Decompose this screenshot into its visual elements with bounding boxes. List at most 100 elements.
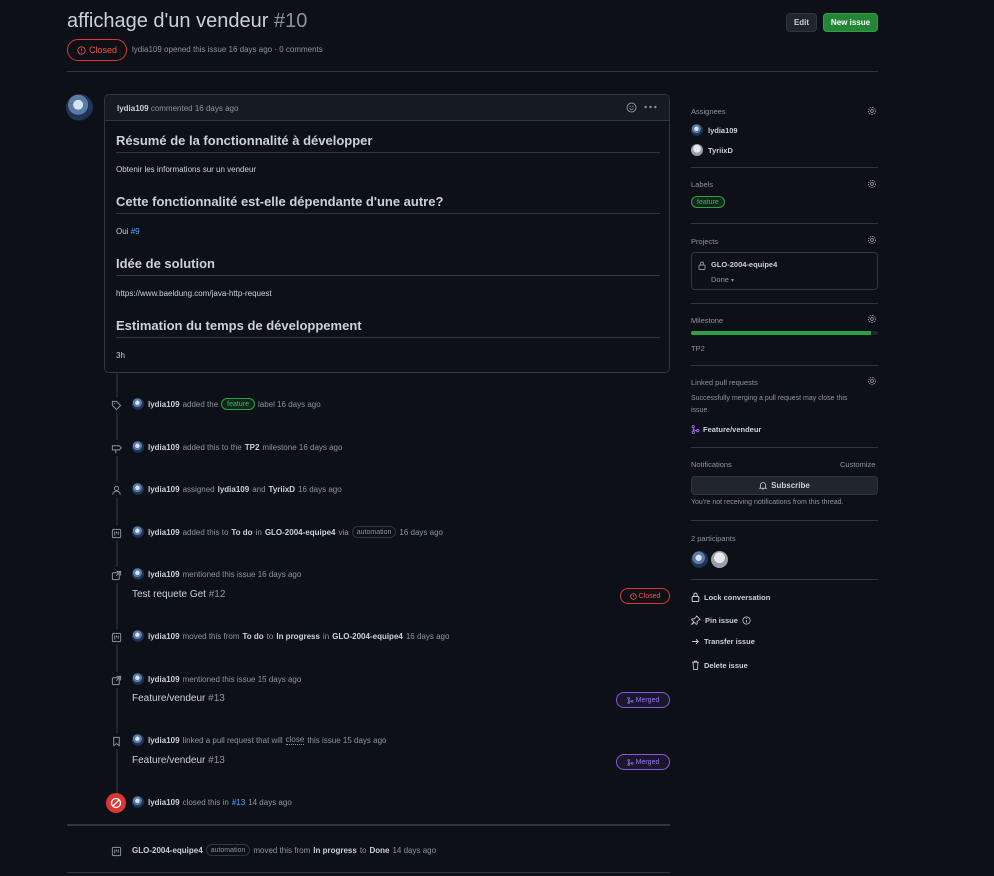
gear-icon[interactable] xyxy=(867,179,877,189)
linked-prs-heading[interactable]: Linked pull requests xyxy=(691,378,758,387)
reference-title-text[interactable]: Feature/vendeur xyxy=(132,755,205,766)
event-text: milestone 16 days ago xyxy=(262,442,343,452)
close-keyword[interactable]: close xyxy=(285,735,305,745)
project-link[interactable]: GLO-2004-equipe4 xyxy=(265,528,336,537)
labels-heading[interactable]: Labels xyxy=(691,180,713,189)
issue-number: #10 xyxy=(273,10,308,32)
linked-pr-item[interactable]: Feature/vendeur xyxy=(691,425,761,434)
section-body-summary: Obtenir les informations sur un vendeur xyxy=(116,165,257,174)
event-user[interactable]: lydia109 xyxy=(148,485,180,494)
reference-title-text[interactable]: Test requete Get xyxy=(132,589,206,600)
project-card[interactable]: GLO-2004-equipe4 Done ▾ xyxy=(691,252,878,290)
kebab-menu-icon[interactable] xyxy=(644,103,657,111)
timeline-divider xyxy=(67,872,670,873)
avatar[interactable] xyxy=(132,526,144,538)
project-link[interactable]: GLO-2004-equipe4 xyxy=(132,846,203,855)
emoji-reaction-icon[interactable] xyxy=(626,102,637,113)
assignee-name[interactable]: TyriixD xyxy=(708,146,733,155)
avatar[interactable] xyxy=(132,796,144,808)
milestone-progress-fill xyxy=(691,331,871,335)
reference-title[interactable]: Feature/vendeur #13 xyxy=(132,755,225,766)
milestone-link[interactable]: TP2 xyxy=(245,443,260,452)
event-text: mentioned this issue 16 days ago xyxy=(182,569,302,579)
avatar[interactable] xyxy=(132,398,144,410)
feature-label[interactable]: feature xyxy=(691,196,725,208)
reference-title[interactable]: Test requete Get #12 xyxy=(132,589,225,600)
assignees-heading[interactable]: Assignees xyxy=(691,107,726,116)
merge-icon xyxy=(627,696,634,704)
projects-heading[interactable]: Projects xyxy=(691,237,718,246)
participant-avatar[interactable] xyxy=(711,551,728,568)
event-text: added this to the xyxy=(182,442,242,452)
assignee-link[interactable]: lydia109 xyxy=(218,485,250,494)
event-user[interactable]: lydia109 xyxy=(148,675,180,684)
avatar[interactable] xyxy=(132,568,144,580)
event-text: 14 days ago xyxy=(392,845,437,855)
transfer-issue-button[interactable]: Transfer issue xyxy=(691,637,755,646)
milestone-heading[interactable]: Milestone xyxy=(691,316,723,325)
info-icon[interactable] xyxy=(742,615,751,625)
event-user[interactable]: lydia109 xyxy=(148,736,180,745)
gear-icon[interactable] xyxy=(867,314,877,324)
linked-pr-name[interactable]: Feature/vendeur xyxy=(703,425,761,434)
new-issue-button[interactable]: New issue xyxy=(823,13,878,32)
gear-icon[interactable] xyxy=(867,106,877,116)
event-user[interactable]: lydia109 xyxy=(148,528,180,537)
project-icon xyxy=(108,525,124,541)
event-user[interactable]: lydia109 xyxy=(148,798,180,807)
lock-conversation-button[interactable]: Lock conversation xyxy=(691,592,770,602)
customize-link[interactable]: Customize xyxy=(840,460,875,469)
gear-icon[interactable] xyxy=(867,235,877,245)
subscribe-button[interactable]: Subscribe xyxy=(691,476,878,495)
pr-13-link[interactable]: #13 xyxy=(232,798,245,807)
event-user[interactable]: lydia109 xyxy=(148,400,180,409)
assignee-link[interactable]: TyriixD xyxy=(269,485,296,494)
bookmark-icon xyxy=(108,733,124,749)
timeline-divider xyxy=(67,824,670,826)
solution-url-link[interactable]: https://www.baeldung.com/java-http-reque… xyxy=(116,289,272,298)
avatar[interactable] xyxy=(132,483,144,495)
issue-comment: lydia109 commented 16 days ago Résumé de… xyxy=(104,94,670,373)
project-name[interactable]: GLO-2004-equipe4 xyxy=(711,260,777,269)
assignee-item[interactable]: TyriixD xyxy=(691,144,733,156)
event-user[interactable]: lydia109 xyxy=(148,443,180,452)
project-link[interactable]: GLO-2004-equipe4 xyxy=(332,632,403,641)
person-icon xyxy=(108,482,124,498)
event-text: this issue 15 days ago xyxy=(307,735,387,745)
reference-title-text[interactable]: Feature/vendeur xyxy=(132,693,205,704)
project-column: Done xyxy=(369,845,390,855)
sidebar-divider xyxy=(691,520,878,521)
event-user[interactable]: lydia109 xyxy=(148,632,180,641)
avatar[interactable] xyxy=(132,734,144,746)
issue-author-link[interactable]: lydia109 xyxy=(132,45,162,54)
section-heading-dependency: Cette fonctionnalité est-elle dépendante… xyxy=(116,194,660,214)
pin-issue-button[interactable]: Pin issue xyxy=(691,615,751,625)
project-icon xyxy=(108,843,124,859)
feature-label[interactable]: feature xyxy=(221,398,255,410)
avatar[interactable] xyxy=(132,630,144,642)
comment-timestamp[interactable]: commented 16 days ago xyxy=(151,104,239,113)
lock-conversation-label: Lock conversation xyxy=(704,592,771,602)
milestone-name[interactable]: TP2 xyxy=(691,344,705,353)
project-status-dropdown[interactable]: Done ▾ xyxy=(711,275,734,284)
section-heading-estimate: Estimation du temps de développement xyxy=(116,318,660,338)
assignee-name[interactable]: lydia109 xyxy=(708,126,738,135)
event-user[interactable]: lydia109 xyxy=(148,570,180,579)
timeline-event-linked-pr: lydia109 linked a pull request that will… xyxy=(132,734,387,746)
sidebar-divider xyxy=(691,223,878,224)
event-text: to xyxy=(266,631,274,641)
avatar[interactable] xyxy=(66,94,93,121)
comment-author[interactable]: lydia109 xyxy=(117,104,149,113)
delete-issue-button[interactable]: Delete issue xyxy=(691,660,748,670)
issue-9-link[interactable]: #9 xyxy=(131,227,140,236)
reference-title[interactable]: Feature/vendeur #13 xyxy=(132,693,225,704)
avatar[interactable] xyxy=(132,441,144,453)
gear-icon[interactable] xyxy=(867,376,877,386)
participant-avatar[interactable] xyxy=(691,551,708,568)
avatar[interactable] xyxy=(132,673,144,685)
event-text: closed this in xyxy=(182,797,229,807)
edit-button[interactable]: Edit xyxy=(786,13,817,32)
assignee-item[interactable]: lydia109 xyxy=(691,124,738,136)
project-icon xyxy=(108,629,124,645)
section-body-dependency: Oui #9 xyxy=(116,227,140,236)
